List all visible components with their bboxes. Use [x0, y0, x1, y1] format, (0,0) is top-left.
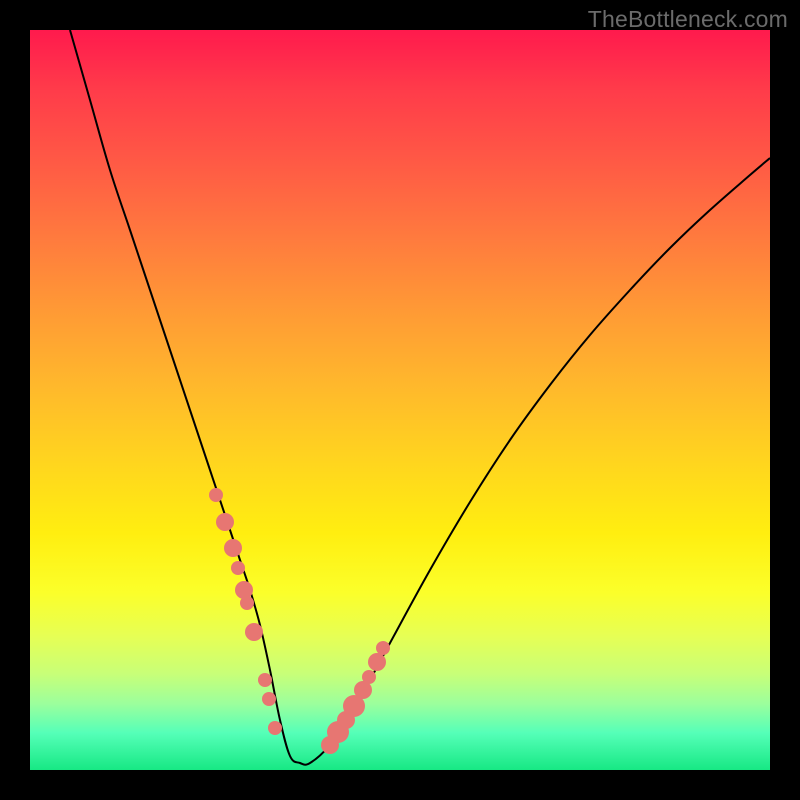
highlight-dot — [258, 673, 272, 687]
marker-group — [209, 488, 390, 754]
curve-path — [70, 30, 770, 765]
highlight-dot — [224, 539, 242, 557]
plot-svg — [30, 30, 770, 770]
chart-frame: TheBottleneck.com — [0, 0, 800, 800]
highlight-dot — [268, 721, 282, 735]
highlight-dot — [362, 670, 376, 684]
highlight-dot — [262, 692, 276, 706]
highlight-dot — [368, 653, 386, 671]
highlight-dot — [231, 561, 245, 575]
plot-area — [30, 30, 770, 770]
highlight-dot — [216, 513, 234, 531]
highlight-dot — [240, 596, 254, 610]
highlight-dot — [245, 623, 263, 641]
watermark-text: TheBottleneck.com — [588, 6, 788, 33]
highlight-dot — [209, 488, 223, 502]
highlight-dot — [235, 581, 253, 599]
curve-group — [70, 30, 770, 765]
highlight-dot — [376, 641, 390, 655]
